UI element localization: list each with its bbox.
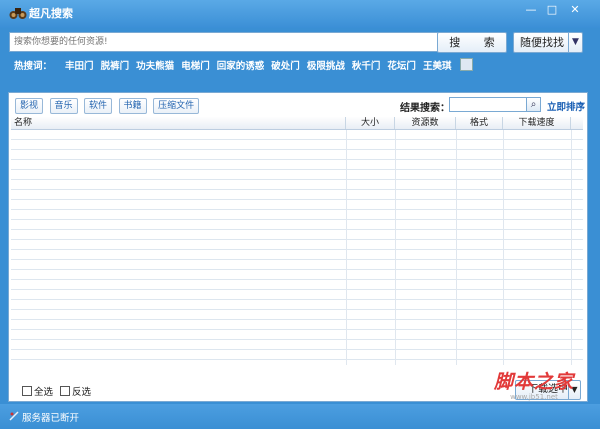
hot-keyword[interactable]: 秋千门 — [352, 61, 381, 72]
disconnect-icon — [9, 411, 19, 421]
select-all-label: 全选 — [34, 387, 54, 398]
window-title: 超凡搜索 — [29, 7, 73, 20]
invert-selection-checkbox[interactable]: 反选 — [60, 384, 91, 398]
watermark-url: www.jb51.net — [510, 393, 558, 401]
chevron-down-icon[interactable]: ▼ — [568, 33, 582, 52]
search-input[interactable] — [9, 32, 441, 52]
filter-books[interactable]: 书籍 — [118, 98, 147, 114]
results-table: 名称 大小 资源数 格式 下载速度 — [11, 117, 583, 365]
hot-keyword[interactable]: 电梯门 — [181, 61, 210, 72]
status-text: 服务器已断开 — [22, 413, 80, 424]
title-bar: 超凡搜索 — □ ✕ — [0, 0, 600, 28]
category-filters: 影视 音乐 软件 书籍 压缩文件 — [15, 98, 202, 114]
random-search-label: 随便找找 — [520, 36, 564, 49]
filter-video[interactable]: 影视 — [15, 98, 44, 114]
column-header-size[interactable]: 大小 — [346, 117, 395, 129]
hot-keyword[interactable]: 花坛门 — [387, 61, 416, 72]
refresh-icon[interactable] — [459, 58, 473, 71]
close-button[interactable]: ✕ — [564, 2, 586, 18]
column-header-format[interactable]: 格式 — [456, 117, 503, 129]
column-divider — [395, 130, 396, 365]
table-header: 名称 大小 资源数 格式 下载速度 — [11, 117, 583, 130]
hot-keyword[interactable]: 回家的诱惑 — [217, 61, 265, 72]
column-divider — [346, 130, 347, 365]
filter-music[interactable]: 音乐 — [49, 98, 78, 114]
checkbox-icon — [22, 386, 32, 396]
sort-now-link[interactable]: 立即排序 — [547, 99, 585, 113]
column-header-speed[interactable]: 下载速度 — [503, 117, 571, 129]
hot-keyword[interactable]: 功夫熊猫 — [136, 61, 174, 72]
hot-keyword[interactable]: 丰田门 — [65, 61, 94, 72]
table-body[interactable] — [11, 130, 583, 365]
select-all-checkbox[interactable]: 全选 — [22, 384, 53, 398]
hot-keywords-bar: 热搜词： 丰田门 脱裤门 功夫熊猫 电梯门 回家的诱惑 破处门 极限挑战 秋千门… — [14, 58, 473, 72]
maximize-button[interactable]: □ — [541, 2, 563, 18]
minimize-button[interactable]: — — [520, 2, 542, 18]
watermark: 脚本之家 www.jb51.net — [484, 371, 584, 401]
filter-archives[interactable]: 压缩文件 — [153, 98, 200, 114]
filter-software[interactable]: 软件 — [84, 98, 113, 114]
watermark-text: 脚本之家 — [493, 371, 574, 393]
result-search-label: 结果搜索： — [400, 103, 450, 114]
checkbox-icon — [60, 386, 70, 396]
hot-keyword[interactable]: 王美琪 — [423, 61, 452, 72]
results-panel: 影视 音乐 软件 书籍 压缩文件 结果搜索： ⌕ 立即排序 名称 大小 资源数 … — [8, 92, 588, 402]
column-divider — [571, 130, 572, 365]
hot-keyword[interactable]: 破处门 — [271, 61, 300, 72]
column-divider — [503, 130, 504, 365]
status-bar: 服务器已断开 — [0, 404, 600, 429]
column-divider — [456, 130, 457, 365]
app-window: 超凡搜索 — □ ✕ 搜 索 随便找找 ▼ 热搜词： 丰田门 脱裤门 功夫熊猫 … — [0, 0, 600, 429]
search-button[interactable]: 搜 索 — [437, 32, 507, 53]
column-header-sources[interactable]: 资源数 — [395, 117, 456, 129]
hot-keywords-label: 热搜词： — [14, 61, 53, 72]
binoculars-icon — [9, 8, 27, 19]
hot-keyword[interactable]: 脱裤门 — [101, 61, 130, 72]
column-header-name[interactable]: 名称 — [11, 117, 346, 129]
random-search-button[interactable]: 随便找找 ▼ — [513, 32, 583, 53]
hot-keyword[interactable]: 极限挑战 — [307, 61, 345, 72]
invert-selection-label: 反选 — [72, 387, 92, 398]
search-icon[interactable]: ⌕ — [526, 97, 541, 112]
